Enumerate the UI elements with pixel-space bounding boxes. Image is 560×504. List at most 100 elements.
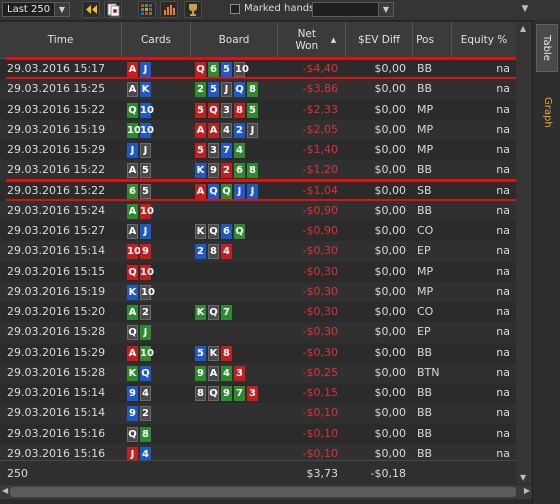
playing-card: 8 xyxy=(221,345,232,361)
table-row[interactable]: 29.03.2016 15:29 A 10 5 K 8 -$0,30 $0,00 BB na xyxy=(0,343,516,363)
table-row[interactable]: 29.03.2016 15:29 J J 5 3 7 4 -$1,40 $0,00 MP na xyxy=(0,140,516,160)
hole-cards: A5 xyxy=(127,163,151,179)
playing-card: 4 xyxy=(140,386,151,401)
position-cell: CO xyxy=(417,305,434,318)
net-won-cell: -$2,05 xyxy=(302,122,338,136)
time-cell: 29.03.2016 15:28 xyxy=(7,325,106,339)
playing-card: 9 xyxy=(140,244,151,260)
playing-card: Q xyxy=(208,386,219,401)
range-select[interactable]: Last 250 ▼ xyxy=(2,2,70,17)
scroll-left-icon[interactable]: ◀ xyxy=(2,486,8,495)
playing-card: J xyxy=(127,446,138,460)
equity-cell: na xyxy=(496,365,510,379)
rewind-button[interactable] xyxy=(82,1,100,18)
net-won-cell: -$0,15 xyxy=(302,386,338,399)
table-row[interactable]: 29.03.2016 15:19 10 10 A A 4 2 J -$2,05 $0,00 MP na xyxy=(0,119,516,140)
marked-hands-checkbox[interactable] xyxy=(230,4,240,14)
equity-cell: na xyxy=(496,203,510,217)
position-cell: BB xyxy=(417,446,433,460)
net-won-cell: -$3,86 xyxy=(302,82,338,96)
horizontal-scrollbar[interactable]: ◀ ▶ xyxy=(0,485,532,499)
hole-cards: Q8 xyxy=(127,426,151,442)
board-cards: 8Q973 xyxy=(195,386,258,401)
table-row[interactable]: 29.03.2016 15:20 A 2 K Q 7 -$0,30 $0,00 CO na xyxy=(0,302,516,322)
equity-cell: na xyxy=(496,224,510,237)
cards-view-button[interactable] xyxy=(104,1,122,18)
table-row[interactable]: 29.03.2016 15:28 Q J -$0,30 $0,00 EP na xyxy=(0,322,516,343)
col-time[interactable]: Time xyxy=(0,22,122,58)
time-cell: 29.03.2016 15:14 xyxy=(7,386,106,399)
playing-card: Q xyxy=(140,365,151,381)
time-cell: 29.03.2016 15:19 xyxy=(7,284,106,298)
col-time-label: Time xyxy=(47,34,74,46)
scroll-right-icon[interactable]: ▶ xyxy=(524,486,530,495)
chevron-down-icon[interactable]: ▼ xyxy=(518,2,532,17)
tab-table[interactable]: Table xyxy=(536,24,558,72)
col-pos[interactable]: Pos xyxy=(413,22,452,58)
playing-card: A xyxy=(127,82,138,98)
table-row[interactable]: 29.03.2016 15:27 A J K Q 6 Q -$0,90 $0,00 CO na xyxy=(0,221,516,241)
position-cell: MP xyxy=(417,143,434,156)
time-cell: 29.03.2016 15:15 xyxy=(7,264,106,278)
col-ev-diff[interactable]: $EV Diff xyxy=(346,22,413,58)
table-row[interactable]: 29.03.2016 15:19 K 10 -$0,30 $0,00 MP na xyxy=(0,281,516,302)
col-net-won[interactable]: Net Won ▲ xyxy=(278,22,346,58)
playing-card: 10 xyxy=(234,62,249,77)
net-won-cell: -$2,33 xyxy=(302,102,338,116)
table-row[interactable]: 29.03.2016 15:22 A 5 K 9 2 6 8 -$1,20 $0,00 BB na xyxy=(0,160,516,181)
table-row[interactable]: 29.03.2016 15:14 10 9 2 8 4 -$0,30 $0,00 EP na xyxy=(0,241,516,262)
net-won-cell: -$1,04 xyxy=(302,183,338,197)
marked-hands-select[interactable]: ▼ xyxy=(312,2,394,17)
table-row[interactable]: 29.03.2016 15:14 9 2 -$0,10 $0,00 BB na xyxy=(0,403,516,424)
ev-diff-cell: $0,00 xyxy=(374,264,407,278)
playing-card: 2 xyxy=(195,82,206,98)
playing-card: J xyxy=(234,183,245,199)
tab-graph[interactable]: Graph xyxy=(536,90,558,134)
hole-cards: QJ xyxy=(127,325,151,341)
hand-count: 250 xyxy=(7,467,28,480)
net-won-cell: -$0,30 xyxy=(302,325,338,339)
table-row[interactable]: 29.03.2016 15:14 9 4 8 Q 9 7 3 -$0,15 $0,00 BB na xyxy=(0,383,516,403)
playing-card: J xyxy=(247,183,258,199)
playing-card: 9 xyxy=(208,163,219,179)
equity-cell: na xyxy=(496,264,510,278)
table-row[interactable]: 29.03.2016 15:25 A K 2 5 J Q 8 -$3,86 $0,00 BB na xyxy=(0,79,516,100)
table-row[interactable]: 29.03.2016 15:28 K Q 9 A 4 3 -$0,25 $0,00 BTN na xyxy=(0,362,516,383)
col-board[interactable]: Board xyxy=(191,22,278,58)
col-cards[interactable]: Cards xyxy=(122,22,191,58)
trophy-button[interactable] xyxy=(184,1,202,18)
ev-diff-cell: $0,00 xyxy=(374,365,407,379)
time-cell: 29.03.2016 15:16 xyxy=(7,426,106,440)
net-won-cell: -$0,30 xyxy=(302,345,338,359)
playing-card: 7 xyxy=(221,143,232,158)
table-row[interactable]: 29.03.2016 15:17 A J Q 6 5 10 -$4,40 $0,00 BB na xyxy=(0,59,516,79)
board-cards: KQ7 xyxy=(195,305,232,320)
chevron-down-icon[interactable]: ▼ xyxy=(378,3,393,16)
table-row[interactable]: 29.03.2016 15:24 A 10 -$0,90 $0,00 BB na xyxy=(0,200,516,221)
col-board-label: Board xyxy=(218,34,250,46)
table-row[interactable]: 29.03.2016 15:16 J 4 -$0,10 $0,00 BB na xyxy=(0,443,516,460)
playing-card: 4 xyxy=(221,122,232,138)
playing-card: 5 xyxy=(195,143,206,158)
time-cell: 29.03.2016 15:17 xyxy=(7,62,106,75)
scroll-thumb[interactable] xyxy=(10,487,516,497)
equity-cell: na xyxy=(496,325,510,339)
table-row[interactable]: 29.03.2016 15:15 Q 10 -$0,30 $0,00 MP na xyxy=(0,262,516,282)
stats-button[interactable] xyxy=(160,1,178,18)
ev-diff-cell: $0,00 xyxy=(374,446,407,460)
chevron-down-icon[interactable]: ▼ xyxy=(54,3,69,16)
scroll-down-icon[interactable]: ▼ xyxy=(520,473,526,482)
vertical-scrollbar[interactable]: ▲ ▼ xyxy=(516,22,532,484)
equity-cell: na xyxy=(496,386,510,399)
ev-diff-cell: $0,00 xyxy=(374,203,407,217)
grid-view-button[interactable] xyxy=(138,1,156,18)
marked-hands-label: Marked hands xyxy=(244,3,315,14)
table-row[interactable]: 29.03.2016 15:22 6 5 A Q Q J J -$1,04 $0,00 SB na xyxy=(0,181,516,201)
table-row[interactable]: 29.03.2016 15:16 Q 8 -$0,10 $0,00 BB na xyxy=(0,424,516,444)
scroll-up-icon[interactable]: ▲ xyxy=(520,24,526,33)
table-row[interactable]: 29.03.2016 15:22 Q 10 5 Q 3 8 5 -$2,33 $0,00 MP na xyxy=(0,100,516,120)
hole-cards: 94 xyxy=(127,386,151,401)
hole-cards: JJ xyxy=(127,143,151,158)
col-equity[interactable]: Equity % xyxy=(452,22,516,58)
hole-cards: Q 10 xyxy=(127,264,154,280)
